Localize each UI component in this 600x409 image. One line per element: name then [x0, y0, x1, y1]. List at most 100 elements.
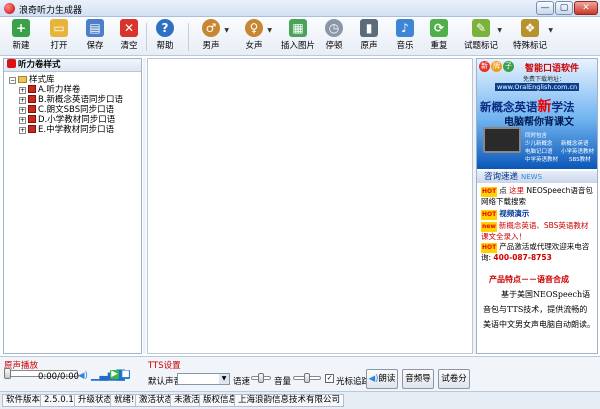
music-button[interactable]: ♪ 音乐 [391, 19, 419, 54]
book-icon [28, 95, 36, 103]
badge-icon: 子 [503, 61, 514, 72]
volume-slider[interactable] [293, 373, 321, 383]
chevron-down-icon[interactable]: ▼ [224, 27, 229, 34]
new-button[interactable]: + 新建 [6, 19, 36, 54]
intro-heading: 产品特点－－语音合成 [489, 274, 569, 284]
ad-banner[interactable]: 新 牌 子 智能口语软件 免费下载地址： www.OralEnglish.com… [477, 59, 597, 169]
play-icon[interactable]: ▶ [110, 370, 119, 379]
window-title: 浪奇听力生成器 [19, 6, 83, 16]
waveform-icon: ▮ [360, 19, 378, 37]
speed-label: 语速 [233, 377, 251, 387]
original-sound-button[interactable]: ▮ 原声 [355, 19, 383, 54]
chevron-down-icon[interactable]: ▼ [548, 27, 553, 34]
male-voice-button[interactable]: ♂ 男声 ▼ [193, 19, 229, 54]
hot-badge: HOT [481, 187, 498, 197]
collapse-icon[interactable]: − [9, 77, 16, 84]
laptop-image [483, 127, 521, 153]
volume-knob[interactable] [304, 373, 310, 383]
speed-slider[interactable] [251, 373, 271, 383]
tree-item[interactable]: + C.朗文SBS同步口语 [19, 105, 114, 115]
expand-icon[interactable]: + [19, 107, 26, 114]
status-bar: 软件版本 2.5.0.18 升级状态 就绪! 激活状态 未激活 版权信息 上海浪… [0, 391, 600, 409]
split-paper-button[interactable]: 试卷分离 [438, 369, 470, 402]
toolbar-separator [146, 23, 147, 51]
clear-button[interactable]: ✕ 清空 [114, 19, 144, 54]
expand-icon[interactable]: + [19, 117, 26, 124]
left-splitter[interactable] [143, 58, 146, 354]
title-bar: 浪奇听力生成器 — ▢ ✕ [0, 0, 600, 17]
ad-feature: 同时包含 [525, 133, 548, 139]
ad-url[interactable]: www.OralEnglish.com.cn [495, 83, 580, 91]
chevron-down-icon[interactable]: ▼ [497, 27, 502, 34]
document-editor[interactable] [147, 58, 473, 354]
chevron-down-icon[interactable]: ▼ [267, 27, 272, 34]
ad-panel: 新 牌 子 智能口语软件 免费下载地址： www.OralEnglish.com… [476, 58, 598, 354]
volume-level-icon[interactable]: ▁▃▅▇ [91, 368, 125, 381]
insert-image-button[interactable]: ▦ 插入图片 [280, 19, 316, 54]
speaker-icon[interactable]: ◀) [78, 371, 88, 381]
playback-time: 0:00/0:00 [38, 372, 80, 382]
help-icon: ? [156, 19, 174, 37]
music-note-icon: ♪ [396, 19, 414, 37]
ad-feature: SBS教材 [569, 157, 591, 163]
female-voice-icon: ♀ [245, 19, 263, 37]
speed-knob[interactable] [258, 373, 264, 383]
tree-item[interactable]: + B.新概念英语同步口语 [19, 95, 123, 105]
help-button[interactable]: ? 帮助 [150, 19, 180, 54]
app-icon [4, 3, 15, 14]
ad-feature: 电脑记口语 [525, 149, 553, 155]
special-mark-button[interactable]: ❖ 特殊标记 ▼ [507, 19, 553, 54]
news-link[interactable]: 视频演示 [499, 209, 529, 218]
ad-feature: 小学英语教材 [561, 149, 595, 155]
ad-feature: 新概念英语 [561, 141, 589, 147]
news-link[interactable]: 新概念英语、SBS英语教材课文全录入！ [481, 221, 588, 241]
cursor-track-checkbox[interactable]: ✓ [325, 374, 334, 383]
tree-item[interactable]: + E.中学教材同步口语 [19, 125, 114, 135]
tree-item[interactable]: + A.听力样卷 [19, 85, 80, 95]
ad-subheadline: 电脑帮你背课文 [504, 117, 574, 128]
tree-panel-header: 听力卷样式 [4, 59, 141, 72]
female-voice-button[interactable]: ♀ 女声 ▼ [236, 19, 272, 54]
ad-free-download: 免费下载地址： [523, 76, 566, 83]
test-mark-icon: ✎ [472, 19, 490, 37]
news-item: HOT 视频演示 [481, 209, 595, 220]
minimize-button[interactable]: — [536, 1, 554, 15]
save-icon: ▤ [86, 19, 104, 37]
intro-body: 基于美国NEOSpeech语音包与TTS技术，提供流畅的美语中文男女声电脑自动朗… [483, 290, 595, 329]
maximize-button[interactable]: ▢ [555, 1, 573, 15]
save-button[interactable]: ▤ 保存 [80, 19, 110, 54]
image-icon: ▦ [289, 19, 307, 37]
expand-icon[interactable]: + [19, 127, 26, 134]
audio-export-button[interactable]: 音频导出 [402, 369, 434, 402]
test-mark-button[interactable]: ✎ 试题标记 ▼ [460, 19, 502, 54]
voice-select[interactable]: ▼ [177, 373, 230, 385]
phone-number: 400-087-8753 [493, 253, 552, 262]
bottom-panel: 原声播放 0:00/0:00 ◀) ▁▃▅▇ ▶ ■ TTS设置 默认声音 ▼ … [0, 356, 600, 402]
repeat-button[interactable]: ⟳ 重复 [425, 19, 453, 54]
news-link[interactable]: 这里 [509, 186, 524, 195]
seek-knob[interactable] [4, 368, 11, 379]
expand-icon[interactable]: + [19, 87, 26, 94]
tree-item[interactable]: + D.小学教材同步口语 [19, 115, 115, 125]
badge-icon: 牌 [491, 61, 502, 72]
close-button[interactable]: ✕ [574, 1, 598, 15]
stop-icon[interactable]: ■ [121, 370, 130, 379]
book-icon [28, 105, 36, 113]
ad-brand: 智能口语软件 [525, 64, 580, 74]
speaker-icon: ◀) [368, 374, 379, 384]
ad-feature: 少儿新概念 [525, 141, 553, 147]
tree-root[interactable]: − 样式库 [9, 75, 55, 85]
expand-icon[interactable]: + [19, 97, 26, 104]
new-badge: new [481, 222, 497, 232]
toolbar-separator [188, 23, 189, 51]
chevron-down-icon[interactable]: ▼ [219, 374, 229, 384]
clock-icon: ◷ [325, 19, 343, 37]
pause-button[interactable]: ◷ 停顿 [320, 19, 348, 54]
open-button[interactable]: ▭ 打开 [44, 19, 74, 54]
clear-icon: ✕ [120, 19, 138, 37]
style-tree-panel: 听力卷样式 − 样式库 + A.听力样卷 + B.新概念英语同步口语 + C.朗文SBS… [3, 58, 142, 354]
folder-icon [18, 76, 27, 83]
badge-icon: 新 [479, 61, 490, 72]
read-button[interactable]: ◀)朗读 [366, 369, 398, 389]
status-copyright-value: 上海浪韵信息技术有限公司 [234, 394, 345, 407]
